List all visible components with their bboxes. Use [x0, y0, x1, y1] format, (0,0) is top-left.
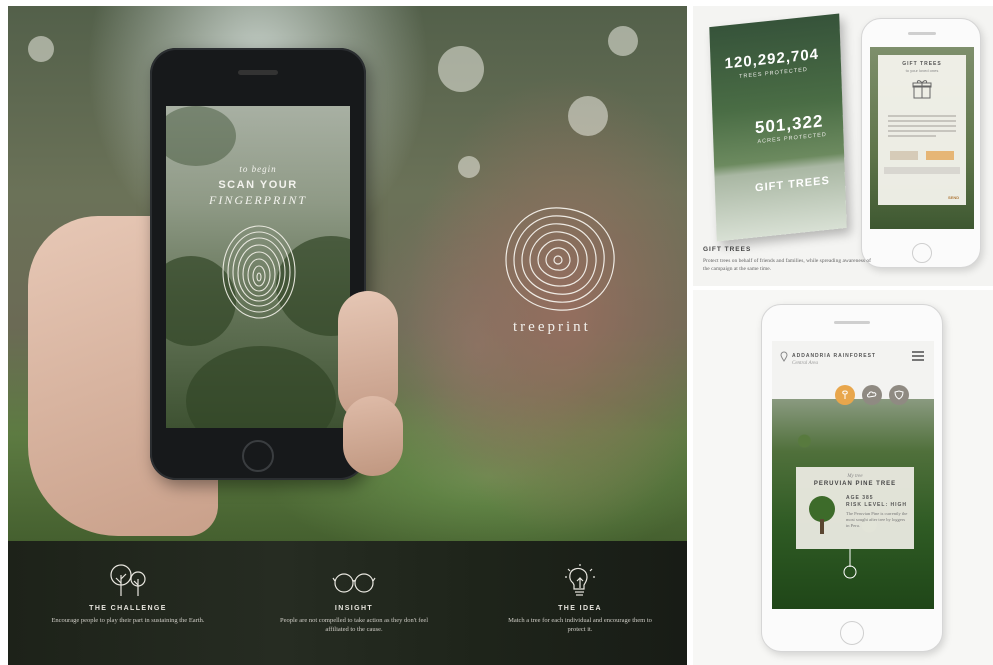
tree-age: AGE 385 — [846, 495, 874, 501]
bokeh — [28, 36, 54, 62]
risk-level: RISK LEVEL: HIGH — [846, 502, 908, 508]
phone-home-button — [840, 621, 864, 645]
challenge-column: THE CHALLENGE Encourage people to play t… — [28, 541, 228, 625]
idea-title: THE IDEA — [558, 605, 602, 612]
bokeh — [568, 96, 608, 136]
send-button[interactable]: SEND — [948, 195, 959, 200]
tree-illustration-icon — [809, 496, 835, 534]
gift-description — [888, 115, 956, 140]
idea-column: THE IDEA Match a tree for each individua… — [480, 541, 680, 634]
map-screen: ADDANDRIA RAINFOREST Central Area My tre… — [772, 341, 934, 609]
bokeh — [438, 46, 484, 92]
lightbulb-icon — [565, 564, 595, 596]
tree-info-card[interactable]: My tree PERUVIAN PINE TREE AGE 385 RISK … — [796, 467, 914, 549]
bokeh — [458, 156, 480, 178]
glasses-icon — [332, 573, 376, 593]
phone-mockup: to begin SCAN YOUR FINGERPRINT — [150, 48, 366, 480]
insight-title: INSIGHT — [334, 605, 374, 612]
brand-name: treeprint — [513, 319, 591, 335]
gift-card: GIFT TREES to your loved ones SEND — [878, 55, 966, 205]
phone-speaker — [834, 321, 870, 324]
gift-trees-panel: 120,292,704 TREES PROTECTED 501,322 ACRE… — [693, 6, 993, 286]
screen-subtitle: to begin — [239, 164, 277, 174]
location-pin-icon — [780, 351, 788, 362]
phone-screen: to begin SCAN YOUR FINGERPRINT — [166, 106, 350, 428]
info-strip: THE CHALLENGE Encourage people to play t… — [8, 541, 687, 665]
gift-card-subtitle: to your loved ones — [905, 68, 939, 73]
shield-marker-icon[interactable] — [889, 385, 909, 405]
gift-screen: GIFT TREES to your loved ones SEND — [870, 47, 974, 229]
location-name: ADDANDRIA RAINFOREST — [792, 353, 876, 359]
stats-card: 120,292,704 TREES PROTECTED 501,322 ACRE… — [709, 13, 847, 242]
screen-title-italic: FINGERPRINT — [209, 193, 307, 207]
phone-home-button — [242, 440, 274, 472]
map-pin-connector — [843, 549, 857, 579]
location-subtitle: Central Area — [792, 361, 818, 366]
menu-icon[interactable] — [912, 351, 924, 363]
challenge-text: Encourage people to play their part in s… — [51, 617, 205, 624]
phone-speaker — [908, 32, 936, 35]
gift-section-description: Protect trees on behalf of friends and f… — [703, 258, 871, 272]
showcase-page: to begin SCAN YOUR FINGERPRINT treeprint… — [0, 0, 993, 665]
phone-speaker — [238, 70, 278, 75]
gift-recipient-input[interactable] — [884, 167, 960, 174]
gift-option-button-active[interactable] — [926, 151, 954, 160]
idea-text: Match a tree for each individual and enc… — [508, 617, 652, 633]
gift-option-button[interactable] — [890, 151, 918, 160]
gift-card-title: GIFT TREES — [902, 61, 942, 67]
insight-column: INSIGHT People are not compelled to take… — [254, 541, 454, 634]
my-tree-panel: ADDANDRIA RAINFOREST Central Area My tre… — [693, 290, 993, 665]
tree-description: The Peruvian Pine is currently the most … — [846, 511, 908, 528]
fingerprint-icon[interactable] — [221, 224, 297, 320]
insight-text: People are not compelled to take action … — [279, 617, 429, 633]
tree-shape — [186, 346, 336, 428]
gift-section-title: GIFT TREES — [703, 246, 752, 253]
finger-image — [343, 396, 403, 476]
tree-shape — [166, 106, 236, 166]
gift-icon — [912, 80, 932, 99]
treeprint-logo-icon — [505, 207, 615, 311]
map-phone-mockup: ADDANDRIA RAINFOREST Central Area My tre… — [761, 304, 943, 652]
gift-phone-mockup: GIFT TREES to your loved ones SEND — [861, 18, 981, 268]
screen-title: SCAN YOUR — [218, 179, 298, 191]
trees-icon — [110, 564, 146, 596]
my-tree-label: My tree — [847, 474, 863, 479]
hero-photo: to begin SCAN YOUR FINGERPRINT treeprint — [8, 6, 687, 541]
cloud-marker-icon[interactable] — [862, 385, 882, 405]
tree-name: PERUVIAN PINE TREE — [813, 481, 897, 487]
gift-trees-banner[interactable]: GIFT TREES — [755, 175, 830, 195]
tree-marker-icon[interactable] — [835, 385, 855, 405]
phone-home-button — [912, 243, 932, 263]
bokeh — [608, 26, 638, 56]
challenge-title: THE CHALLENGE — [89, 605, 167, 612]
